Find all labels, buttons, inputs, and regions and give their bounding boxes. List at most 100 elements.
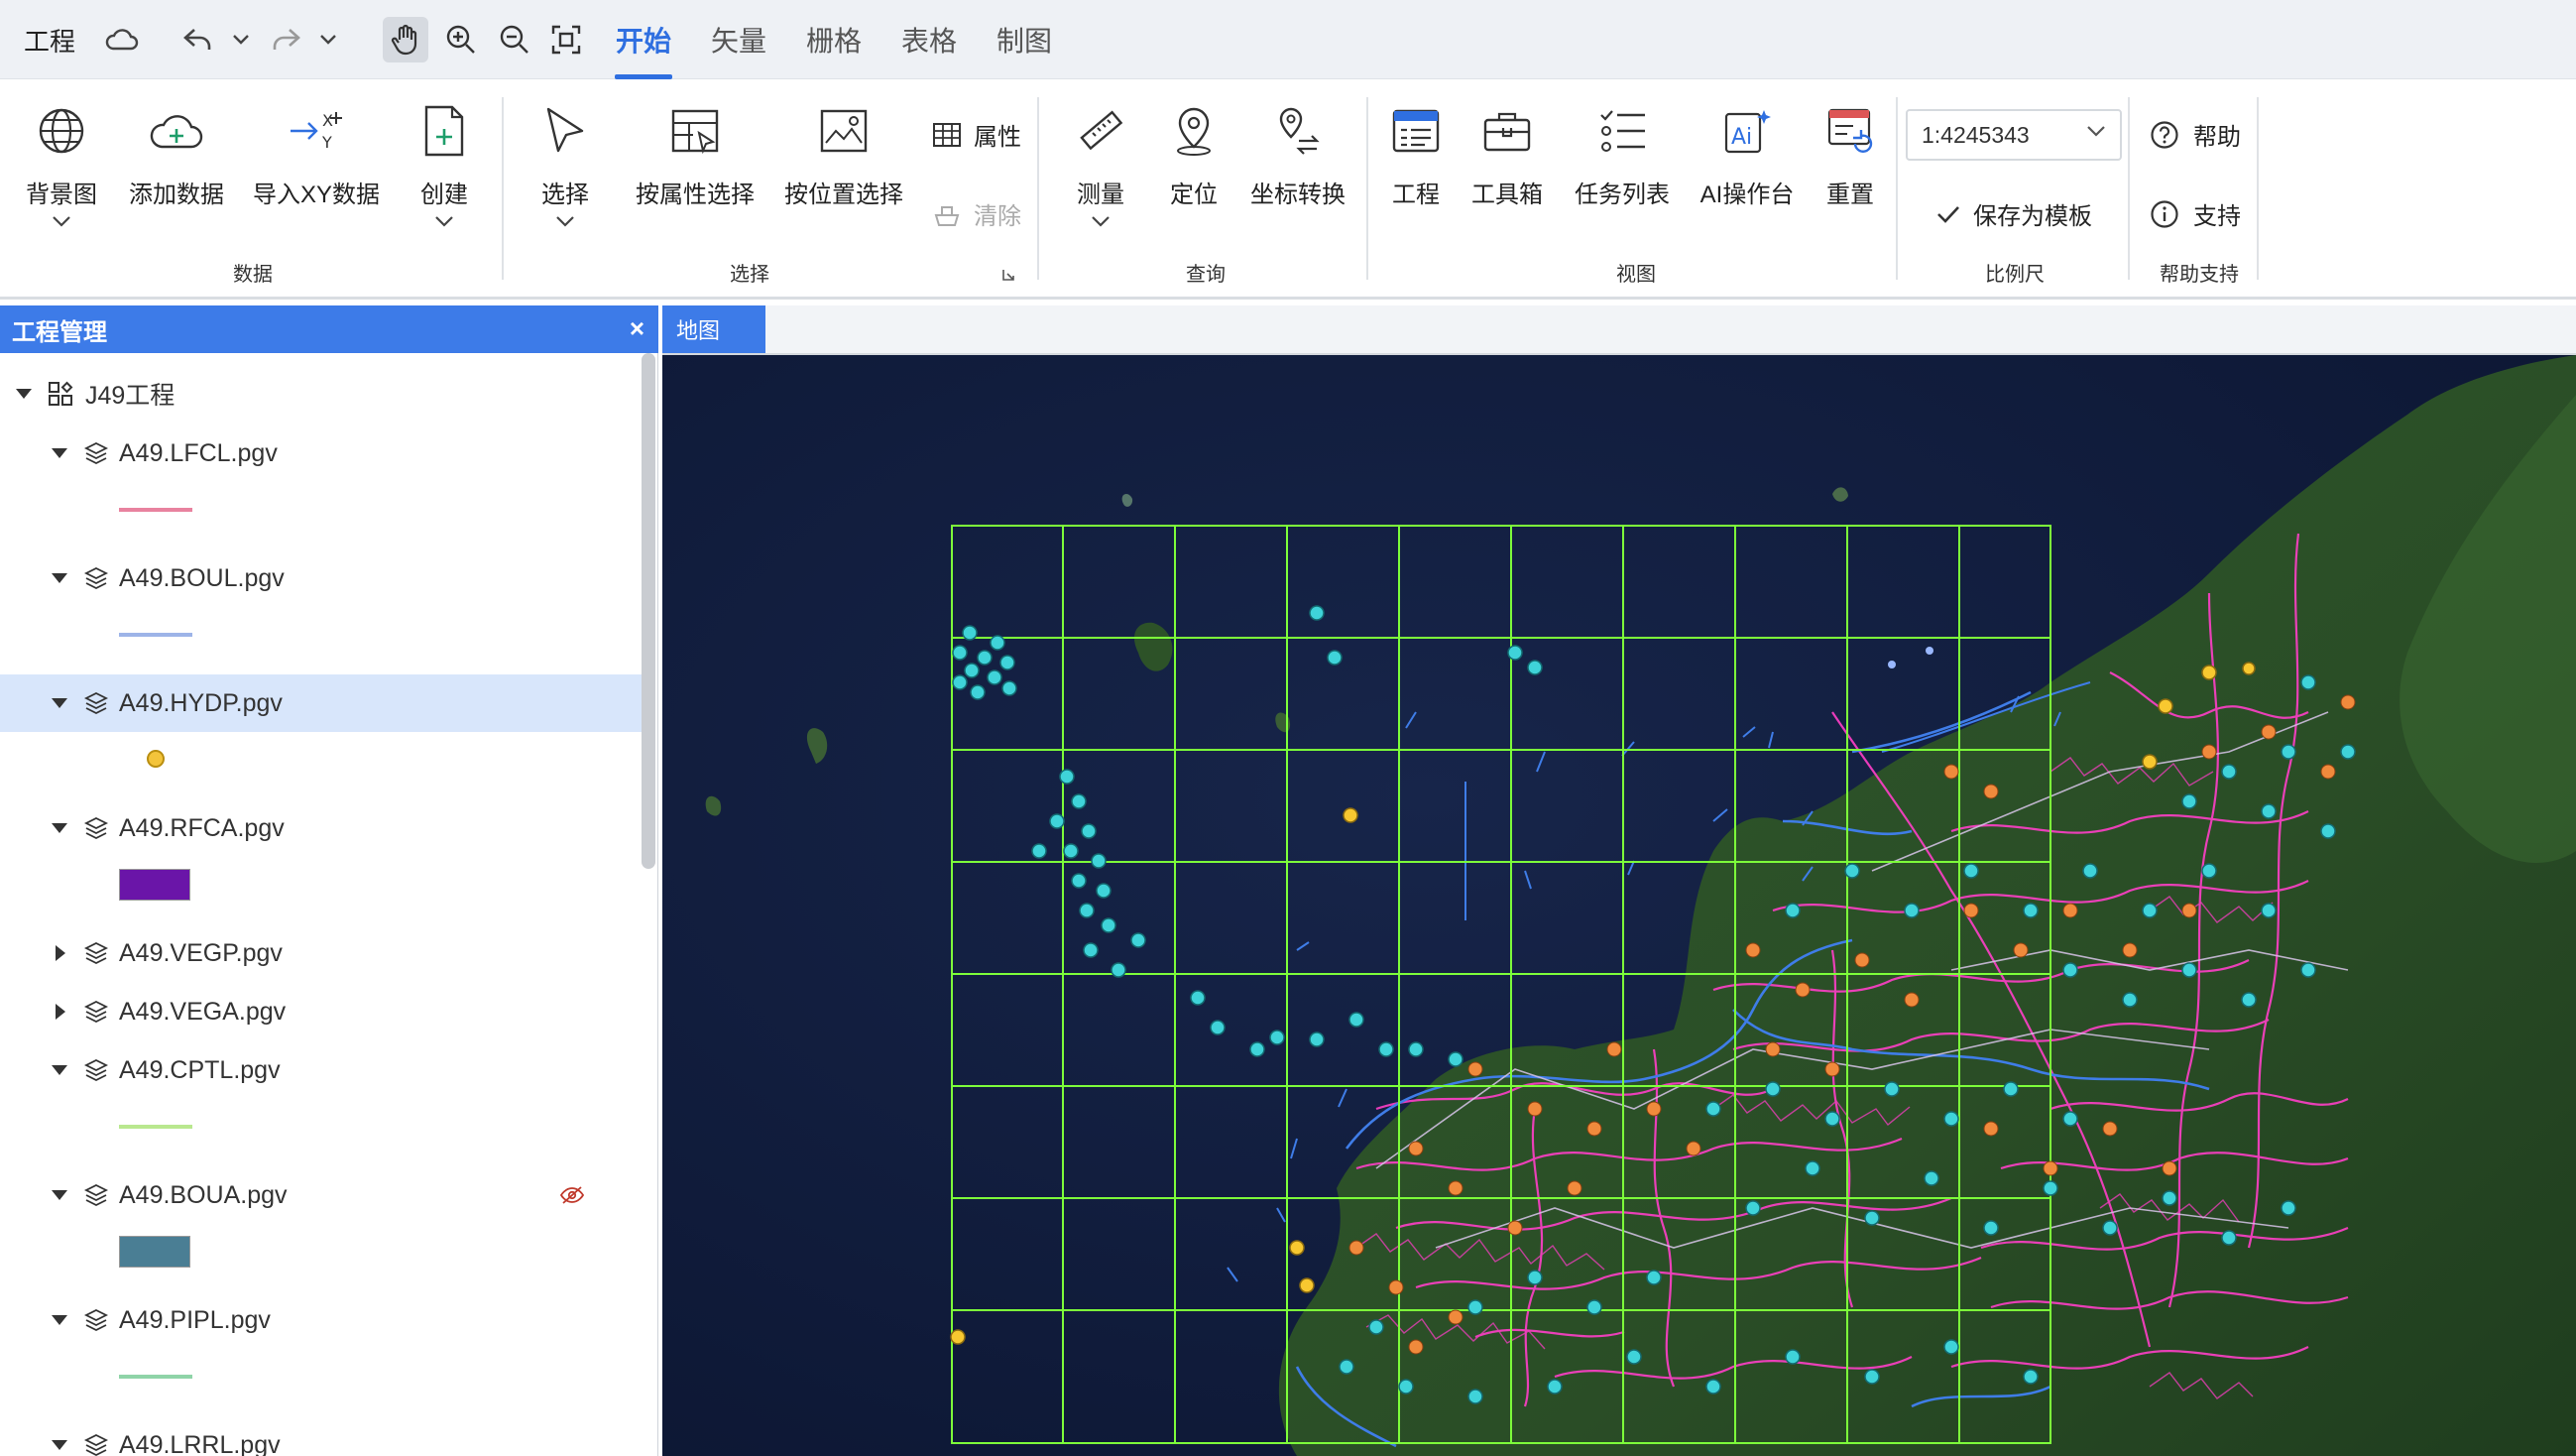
import-xy-icon: XY [287,101,346,161]
save-as-template-button[interactable]: 保存为模板 [1935,196,2092,231]
expand-triangle-icon[interactable] [56,1004,65,1020]
legend-fill-symbol [119,1236,190,1268]
basemap-chevron-icon [53,216,70,227]
new-file-icon [414,101,474,161]
attributes-button[interactable]: 属性 [932,117,1021,152]
ruler-icon [1071,101,1130,161]
ribbon-toolbar: 背景图 添加数据 XY 导入XY数据 创建 数据 选择 按属性选择 按位置选择 … [0,79,2576,300]
measure-button[interactable]: 测量 [1061,101,1140,227]
layer-node-vegp[interactable]: A49.VEGP.pgv [0,924,643,982]
tab-cartography[interactable]: 制图 [992,0,1057,79]
collapse-triangle-icon[interactable] [52,1065,67,1075]
project-menu[interactable]: 工程 [22,0,77,79]
close-icon[interactable]: × [630,313,644,344]
collapse-triangle-icon[interactable] [52,448,67,458]
collapse-triangle-icon[interactable] [52,823,67,833]
collapse-triangle-icon[interactable] [52,698,67,708]
check-icon [1937,205,1959,223]
svg-text:Ai: Ai [1731,125,1752,150]
collapse-triangle-icon[interactable] [52,573,67,583]
tab-start[interactable]: 开始 [611,0,676,79]
tab-map[interactable]: 地图 [662,305,765,353]
undo-dropdown-chevron-icon[interactable] [226,0,256,79]
project-view-button[interactable]: 工程 [1376,101,1456,209]
layers-icon [83,691,109,715]
basemap-button[interactable]: 背景图 [20,101,103,227]
layer-node-hydp[interactable]: A49.HYDP.pgv [0,674,643,732]
undo-icon[interactable] [176,0,220,79]
layers-icon [83,566,109,590]
collapse-triangle-icon[interactable] [52,1190,67,1200]
layer-node-lrrl[interactable]: A49.LRRL.pgv [0,1416,643,1456]
layer-name: A49.LFCL.pgv [119,438,278,467]
import-xy-button[interactable]: XY 导入XY数据 [252,101,381,209]
layer-node-cptl[interactable]: A49.CPTL.pgv [0,1041,643,1099]
layer-name: A49.LRRL.pgv [119,1430,281,1456]
help-group-label: 帮助支持 [2160,264,2239,286]
tab-vector[interactable]: 矢量 [706,0,771,79]
dialog-launcher-icon[interactable] [1001,268,1015,282]
map-canvas[interactable] [662,355,2576,1456]
collapse-triangle-icon[interactable] [16,389,32,399]
full-extent-icon[interactable] [543,0,589,79]
clear-selection-button[interactable]: 清除 [932,196,1021,231]
layer-node-lfcl[interactable]: A49.LFCL.pgv [0,425,643,482]
layer-name: A49.BOUL.pgv [119,563,285,592]
reset-button[interactable]: 重置 [1811,101,1890,209]
layer-name: A49.VEGA.pgv [119,997,287,1026]
task-list-label: 任务列表 [1575,182,1670,208]
create-button[interactable]: 创建 [405,101,484,227]
legend-line-symbol [119,508,192,512]
task-list-button[interactable]: 任务列表 [1573,101,1672,209]
help-circle-icon [2151,120,2178,149]
select-by-attribute-button[interactable]: 按属性选择 [631,101,760,209]
scale-select[interactable]: 1:4245343 [1906,109,2122,161]
visibility-off-eye-icon[interactable] [559,1184,585,1206]
globe-icon [32,101,91,161]
help-button[interactable]: 帮助 [2150,117,2241,152]
select-by-location-button[interactable]: 按位置选择 [779,101,908,209]
zoom-out-icon[interactable] [492,0,537,79]
zoom-in-icon[interactable] [438,0,484,79]
redo-icon[interactable] [264,0,307,79]
cloud-icon[interactable] [99,0,145,79]
ai-icon: Ai [1717,101,1777,161]
tree-root-node[interactable]: J49工程 [0,365,643,423]
collapse-triangle-icon[interactable] [52,1440,67,1450]
tab-table[interactable]: 表格 [896,0,962,79]
coordinate-convert-button[interactable]: 坐标转换 [1245,101,1350,209]
locate-button[interactable]: 定位 [1154,101,1233,209]
support-button[interactable]: 支持 [2150,196,2241,231]
create-chevron-icon [435,216,453,227]
cursor-arrow-icon [535,101,595,161]
tab-raster[interactable]: 栅格 [801,0,867,79]
redo-dropdown-chevron-icon[interactable] [313,0,343,79]
panel-scrollbar[interactable] [642,353,655,869]
add-data-button[interactable]: 添加数据 [123,101,230,209]
layer-name: A49.CPTL.pgv [119,1055,281,1084]
map-svg[interactable] [662,355,2576,1456]
project-view-label: 工程 [1392,182,1440,208]
expand-triangle-icon[interactable] [56,945,65,961]
select-button[interactable]: 选择 [526,101,605,227]
map-select-icon [814,101,874,161]
layer-node-boua[interactable]: A49.BOUA.pgv [0,1166,643,1224]
view-group-label: 视图 [1616,264,1656,286]
legend-point-symbol [147,750,165,768]
layer-name: A49.PIPL.pgv [119,1305,271,1334]
layer-node-pipl[interactable]: A49.PIPL.pgv [0,1291,643,1349]
toolbox-button[interactable]: 工具箱 [1467,101,1547,209]
save-as-template-label: 保存为模板 [1973,203,2092,230]
attribute-table-icon [933,122,961,147]
layer-node-vega[interactable]: A49.VEGA.pgv [0,983,643,1040]
layer-node-rfca[interactable]: A49.RFCA.pgv [0,799,643,857]
pan-hand-icon[interactable] [383,0,428,79]
ai-console-button[interactable]: Ai AI操作台 [1698,101,1797,209]
ribbon-divider [1896,97,1898,280]
layer-node-boul[interactable]: A49.BOUL.pgv [0,549,643,607]
collapse-triangle-icon[interactable] [52,1315,67,1325]
project-window-icon [1386,101,1446,161]
panel-title: 工程管理 [12,318,107,346]
ai-console-label: AI操作台 [1699,182,1795,208]
locate-label: 定位 [1170,182,1218,208]
